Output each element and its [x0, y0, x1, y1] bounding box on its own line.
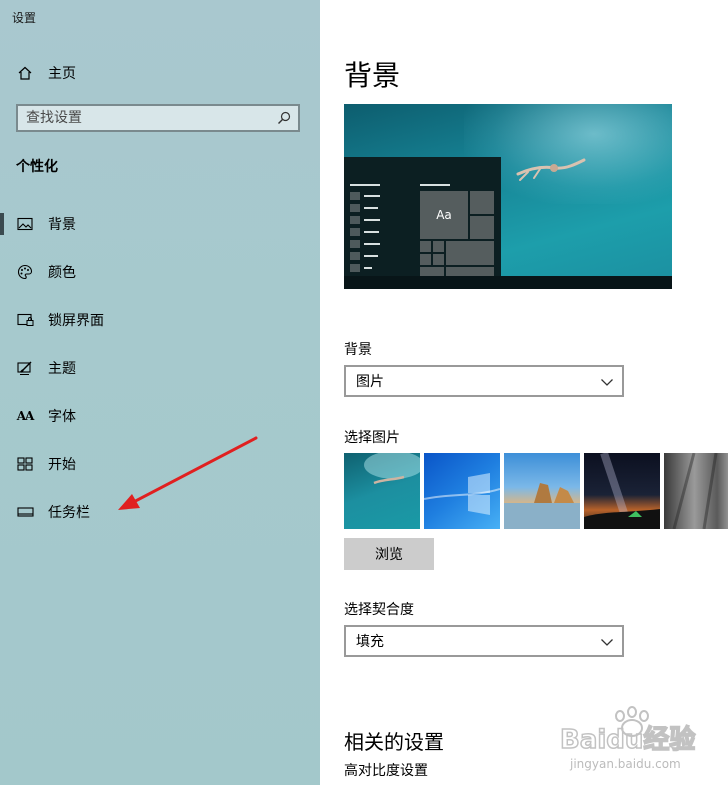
fit-dropdown-value: 填充: [356, 634, 384, 650]
menu-stripe: [350, 228, 360, 236]
home-icon: [16, 64, 34, 82]
preview-tile: [470, 216, 494, 239]
menu-line: [420, 184, 450, 186]
active-indicator: [0, 213, 4, 235]
sidebar: 设置 主页 个性化 背景 颜色 锁: [0, 0, 320, 785]
menu-stripe: [350, 264, 360, 272]
chevron-down-icon: [601, 639, 613, 646]
menu-stripe: [350, 216, 360, 224]
thumbnail-underwater-art: [364, 453, 420, 485]
background-label: 背景: [344, 342, 372, 358]
palette-icon: [16, 263, 34, 281]
background-dropdown-value: 图片: [356, 374, 384, 390]
annotation-arrow: [118, 436, 258, 510]
thumbnail-rock[interactable]: [664, 453, 728, 529]
sidebar-item-label: 主题: [48, 361, 76, 377]
menu-line: [364, 207, 378, 209]
browse-button[interactable]: 浏览: [344, 538, 434, 570]
menu-line: [364, 267, 372, 269]
thumbnail-underwater[interactable]: [344, 453, 420, 529]
start-grid-icon: [16, 455, 34, 473]
preview-tile: [470, 191, 494, 214]
window-title: 设置: [12, 11, 37, 25]
thumbnail-rock-art: [672, 453, 718, 529]
thumbnail-windows[interactable]: [424, 453, 500, 529]
sidebar-item-colors[interactable]: 颜色: [0, 248, 320, 296]
search-box[interactable]: [16, 104, 300, 132]
sidebar-home[interactable]: 主页: [16, 63, 76, 83]
menu-line: [350, 184, 380, 186]
sidebar-item-label: 任务栏: [48, 505, 90, 521]
watermark-url: jingyan.baidu.com: [569, 757, 681, 771]
preview-tile: [446, 241, 494, 265]
search-input[interactable]: [18, 106, 284, 130]
menu-line: [364, 255, 378, 257]
sidebar-item-label: 锁屏界面: [48, 313, 104, 329]
sidebar-item-label: 颜色: [48, 265, 76, 281]
background-dropdown[interactable]: 图片: [344, 365, 624, 397]
preview-tile: [420, 241, 431, 252]
thumbnail-beach[interactable]: [504, 453, 580, 529]
menu-stripe: [350, 240, 360, 248]
chevron-down-icon: [601, 379, 613, 386]
menu-line: [364, 243, 380, 245]
high-contrast-link[interactable]: 高对比度设置: [344, 760, 428, 780]
section-title: 个性化: [16, 159, 58, 175]
preview-tile: [420, 254, 431, 265]
background-preview: Aa: [344, 104, 672, 289]
sidebar-item-label: 开始: [48, 457, 76, 473]
menu-line: [364, 219, 380, 221]
preview-tile-aa: Aa: [420, 191, 468, 239]
watermark-brand: Baidu经验: [560, 724, 695, 755]
baidu-watermark: Baidu经验 jingyan.baidu.com: [560, 706, 696, 771]
menu-stripe: [350, 252, 360, 260]
picture-icon: [16, 215, 34, 233]
sidebar-item-label: 字体: [48, 409, 76, 425]
preview-start-menu: Aa: [344, 157, 501, 289]
fit-label: 选择契合度: [344, 602, 414, 618]
taskbar-icon: [16, 503, 34, 521]
main-panel: 背景 Aa 背景 图片 选择图片 浏览 选择契合度 填充 相关的设置 高对比度设…: [320, 0, 728, 785]
thumbnail-windows-art: [424, 473, 500, 515]
menu-line: [364, 195, 380, 197]
menu-stripe: [350, 192, 360, 200]
sidebar-item-lock-screen[interactable]: 锁屏界面: [0, 296, 320, 344]
font-icon: AA: [16, 409, 35, 423]
preview-tile: [433, 241, 444, 252]
theme-brush-icon: [16, 359, 34, 377]
choose-picture-label: 选择图片: [344, 430, 400, 446]
picture-thumbnails: [344, 453, 728, 529]
preview-taskbar: [344, 276, 672, 289]
related-settings-title: 相关的设置: [344, 730, 444, 754]
lock-screen-icon: [16, 311, 34, 329]
page-title: 背景: [344, 59, 401, 92]
preview-tile: [433, 254, 444, 265]
swimmer-figure: [516, 158, 586, 181]
search-icon[interactable]: [276, 110, 292, 126]
menu-line: [364, 231, 379, 233]
thumbnail-night-sky-art: [584, 453, 660, 529]
menu-stripe: [350, 204, 360, 212]
sidebar-home-label: 主页: [48, 66, 76, 82]
thumbnail-night-sky[interactable]: [584, 453, 660, 529]
sidebar-item-background[interactable]: 背景: [0, 200, 320, 248]
thumbnail-beach-art: [504, 483, 580, 529]
fit-dropdown[interactable]: 填充: [344, 625, 624, 657]
sidebar-item-themes[interactable]: 主题: [0, 344, 320, 392]
sidebar-item-label: 背景: [48, 217, 76, 233]
